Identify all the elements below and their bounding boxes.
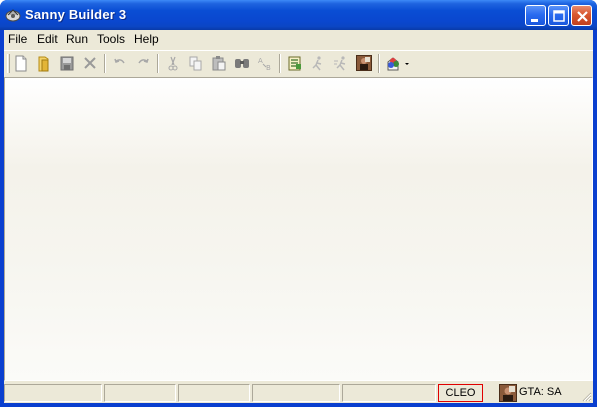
find-icon — [235, 59, 249, 68]
minimize-button[interactable] — [525, 5, 546, 26]
svg-text:B: B — [266, 64, 271, 72]
menu-edit[interactable]: Edit — [37, 32, 58, 46]
redo-icon — [138, 58, 149, 64]
menu-help[interactable]: Help — [134, 32, 159, 46]
gta-sa-game-icon — [499, 384, 517, 402]
compile-run-icon — [334, 56, 346, 71]
compile-run-button[interactable] — [331, 53, 351, 74]
title-bar[interactable]: Sanny Builder 3 — [0, 0, 597, 30]
main-toolbar: A B — [4, 50, 593, 76]
redo-button[interactable] — [133, 53, 153, 74]
cut-button[interactable] — [163, 53, 183, 74]
menu-run[interactable]: Run — [66, 32, 88, 46]
game-button[interactable] — [354, 53, 374, 74]
copy-icon — [189, 56, 202, 71]
cleo-status-badge[interactable]: CLEO — [438, 384, 483, 402]
toolbar-separator — [104, 54, 106, 73]
save-icon — [60, 56, 74, 71]
run-button[interactable] — [308, 53, 328, 74]
copy-button[interactable] — [186, 53, 206, 74]
new-file-button[interactable] — [11, 53, 31, 74]
menu-file[interactable]: File — [8, 32, 27, 46]
svg-text:A: A — [258, 57, 263, 65]
game-label: GTA: SA — [519, 386, 562, 398]
close-icon — [577, 11, 588, 22]
open-folder-icon — [38, 56, 49, 72]
save-button[interactable] — [57, 53, 77, 74]
new-file-icon — [15, 55, 27, 72]
maximize-button[interactable] — [548, 5, 569, 26]
undo-button[interactable] — [110, 53, 130, 74]
tools-dropdown-button[interactable] — [384, 53, 412, 74]
minimize-icon — [531, 19, 538, 22]
status-panel — [252, 384, 340, 402]
code-editor-area[interactable] — [4, 77, 593, 381]
toolbar-separator — [157, 54, 159, 73]
toolbar-grip[interactable] — [7, 54, 10, 73]
close-file-button[interactable] — [80, 53, 100, 74]
status-bar: CLEO GTA: SA — [4, 382, 593, 403]
toolbar-separator — [378, 54, 380, 73]
close-file-icon — [84, 57, 96, 69]
paste-button[interactable] — [209, 53, 229, 74]
close-button[interactable] — [571, 5, 592, 26]
paste-icon — [212, 56, 226, 71]
compile-icon — [288, 56, 301, 71]
run-icon — [312, 56, 322, 71]
status-panel — [104, 384, 176, 402]
window-title: Sanny Builder 3 — [25, 7, 127, 22]
menu-bar: File Edit Run Tools Help — [4, 30, 593, 48]
compile-button[interactable] — [285, 53, 305, 74]
game-icon — [356, 55, 372, 71]
maximize-icon — [553, 10, 565, 22]
menu-tools[interactable]: Tools — [97, 32, 125, 46]
find-button[interactable] — [232, 53, 252, 74]
open-file-button[interactable] — [34, 53, 54, 74]
window-client-area: File Edit Run Tools Help A B CLEO GTA: S… — [4, 30, 593, 403]
replace-icon: A B — [258, 57, 271, 72]
toolbar-separator — [279, 54, 281, 73]
tools-dropdown-icon — [387, 57, 409, 71]
status-panel — [342, 384, 436, 402]
resize-grip-icon[interactable] — [580, 390, 592, 402]
cut-icon — [168, 56, 178, 71]
sanny-builder-app-icon[interactable] — [5, 7, 21, 23]
undo-icon — [114, 58, 125, 64]
app-window: Sanny Builder 3 File Edit Run Tools Help — [0, 0, 597, 407]
status-panel — [178, 384, 250, 402]
status-panel — [4, 384, 102, 402]
replace-button[interactable]: A B — [255, 53, 275, 74]
